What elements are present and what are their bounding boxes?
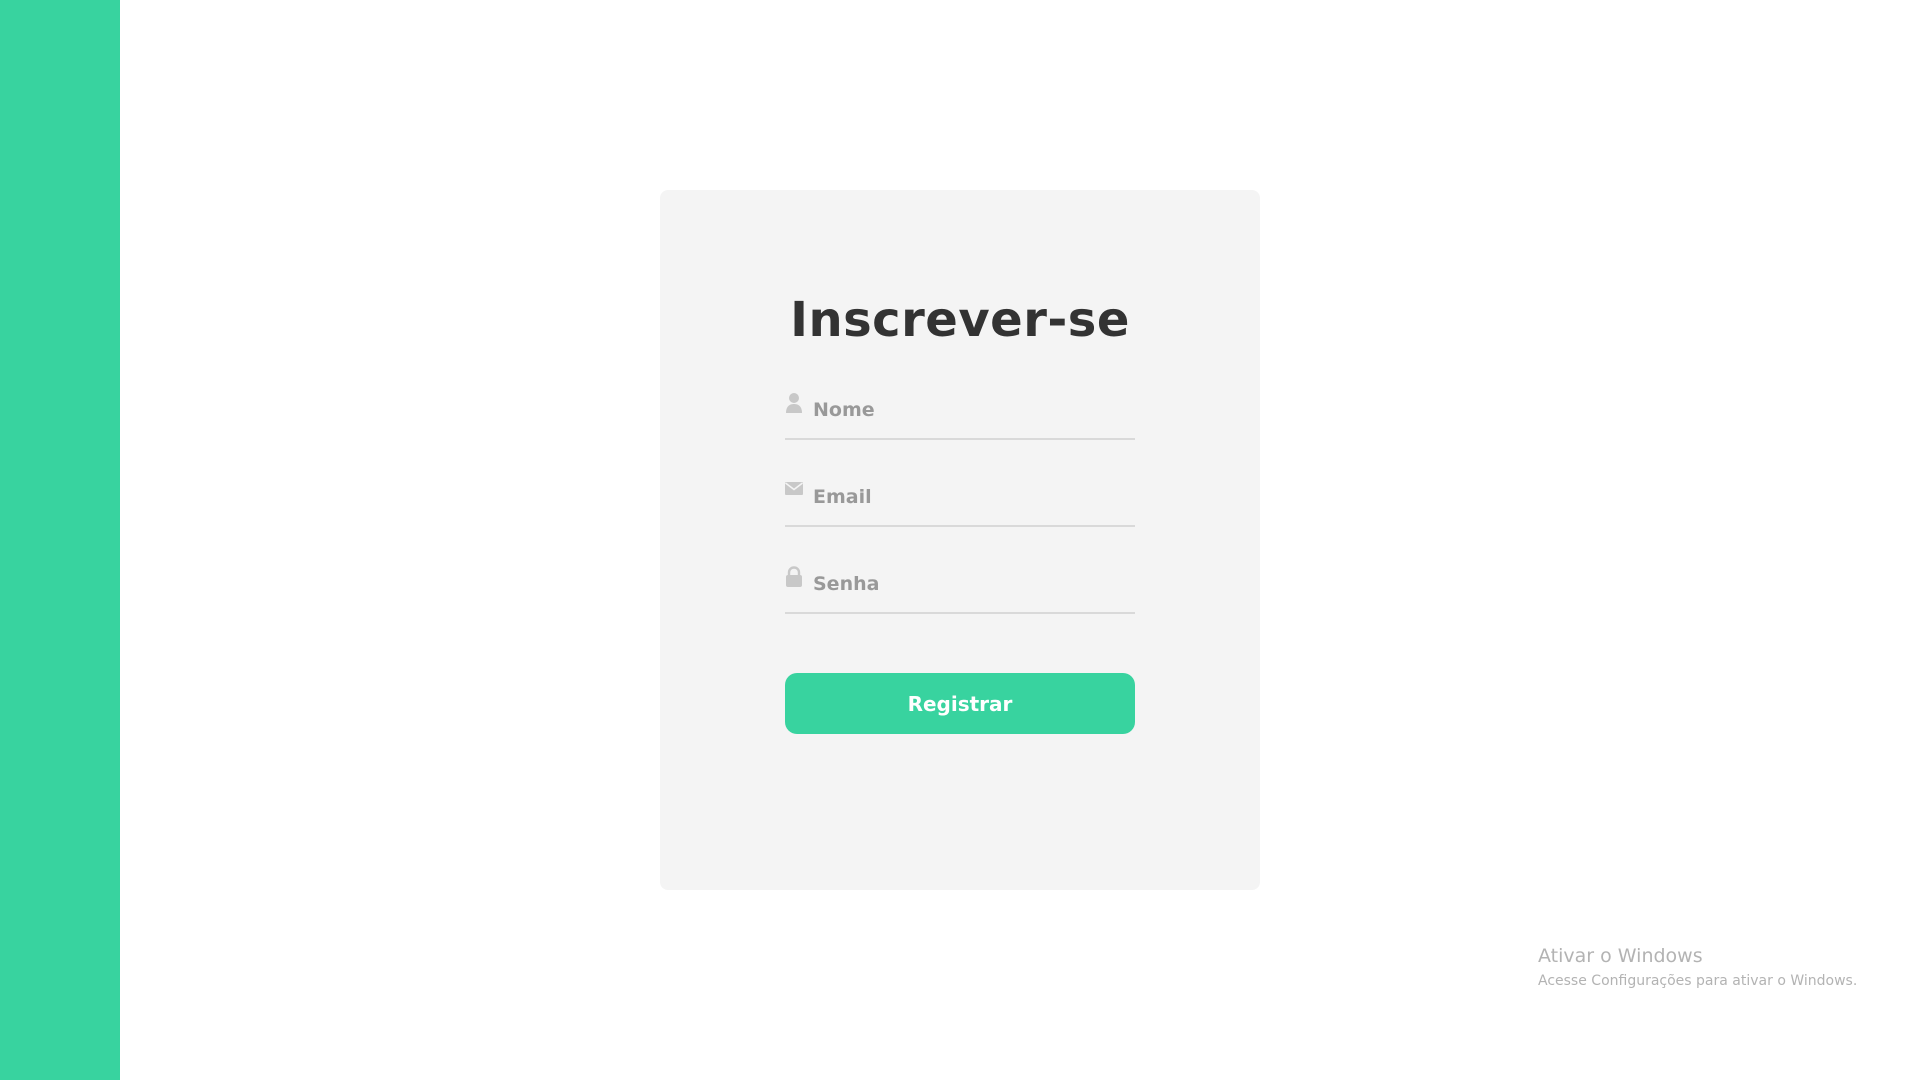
accent-side-bar [0,0,120,1080]
signup-card: Inscrever-se Nome Email Registrar [660,190,1260,890]
email-field[interactable] [785,475,1135,527]
envelope-icon [785,479,803,501]
watermark-title: Ativar o Windows [1538,945,1703,967]
lock-icon [785,566,803,588]
password-input[interactable] [813,570,1133,598]
password-field[interactable] [785,562,1135,614]
page-title: Inscrever-se [790,292,1130,348]
name-input[interactable] [813,396,1133,424]
register-button[interactable]: Registrar [785,673,1135,734]
name-field[interactable] [785,388,1135,440]
email-input[interactable] [813,483,1133,511]
signup-page: Inscrever-se Nome Email Registrar Ativar… [0,0,1920,1080]
windows-activation-watermark: Ativar o Windows Acesse Configurações pa… [1538,945,1857,989]
user-icon [785,392,803,414]
watermark-subtitle: Acesse Configurações para ativar o Windo… [1538,973,1858,989]
